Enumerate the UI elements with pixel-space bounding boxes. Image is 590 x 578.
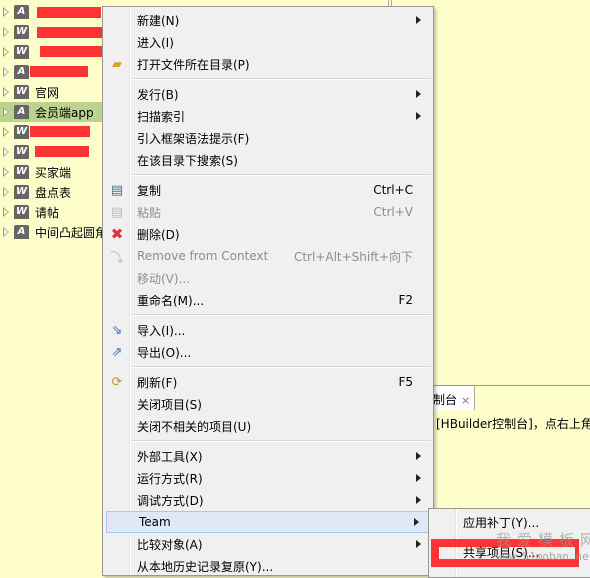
web-project-icon: W xyxy=(14,85,29,99)
menu-item-copy[interactable]: ▤ 复制 Ctrl+C xyxy=(105,179,431,201)
redaction xyxy=(30,126,90,137)
menu-item-restore-local-history[interactable]: 从本地历史记录复原(Y)... xyxy=(105,555,431,577)
redaction xyxy=(30,66,88,77)
menu-item-close-project[interactable]: 关闭项目(S) xyxy=(105,393,431,415)
menu-item-external-tools[interactable]: 外部工具(X) xyxy=(105,445,431,467)
web-project-icon: W xyxy=(14,25,29,39)
menu-item-debug-as[interactable]: 调试方式(D) xyxy=(105,489,431,511)
tree-item[interactable]: W 买家端 xyxy=(0,162,110,182)
expand-arrow-icon[interactable] xyxy=(3,27,9,37)
submenu-arrow-icon xyxy=(416,496,421,504)
tree-item[interactable]: W 盘点表 xyxy=(0,182,110,202)
expand-arrow-icon[interactable] xyxy=(3,207,9,217)
web-project-icon: W xyxy=(14,165,29,179)
menu-item-publish[interactable]: 发行(B) xyxy=(105,83,431,105)
expand-arrow-icon[interactable] xyxy=(3,187,9,197)
menu-item-paste[interactable]: ▤ 粘贴 Ctrl+V xyxy=(105,201,431,223)
submenu-arrow-icon xyxy=(416,540,421,548)
folder-icon: ▰ xyxy=(112,56,122,72)
submenu-arrow-icon xyxy=(416,112,421,120)
app-project-icon: A xyxy=(14,225,29,239)
separator xyxy=(131,366,431,368)
console-text: [HBuilder控制台]，点右上角 xyxy=(436,417,590,431)
menu-item-team[interactable]: Team xyxy=(106,511,430,533)
app-project-icon: A xyxy=(14,105,29,119)
menu-item-open-folder[interactable]: ▰ 打开文件所在目录(P) xyxy=(105,53,431,75)
submenu-arrow-icon xyxy=(416,452,421,460)
tree-item-selected[interactable]: A 会员端app xyxy=(0,102,110,122)
expand-arrow-icon[interactable] xyxy=(3,227,9,237)
web-project-icon: W xyxy=(14,145,29,159)
web-project-icon: W xyxy=(14,125,29,139)
tree-item[interactable]: W 官网 xyxy=(0,82,110,102)
separator xyxy=(131,174,431,176)
web-project-icon: W xyxy=(14,205,29,219)
tree-item[interactable]: A 中间凸起圆角 xyxy=(0,222,110,242)
redaction xyxy=(35,146,89,157)
menu-item-search-dir[interactable]: 在该目录下搜索(S) xyxy=(105,149,431,171)
redaction xyxy=(37,27,105,38)
menu-item-refresh[interactable]: ⟳ 刷新(F) F5 xyxy=(105,371,431,393)
paste-icon: ▤ xyxy=(110,204,124,220)
copy-icon: ▤ xyxy=(110,182,124,198)
delete-icon: ✖ xyxy=(110,225,124,243)
menu-item-enter[interactable]: 进入(I) xyxy=(105,31,431,53)
export-icon: ⇗ xyxy=(111,344,123,360)
separator xyxy=(131,314,431,316)
watermark: 我爱模板网 xyxy=(496,531,590,549)
menu-item-move[interactable]: 移动(V)... xyxy=(105,267,431,289)
menu-item-close-unrelated[interactable]: 关闭不相关的项目(U) xyxy=(105,415,431,437)
expand-arrow-icon[interactable] xyxy=(3,127,9,137)
menu-item-import[interactable]: ⇘ 导入(I)... xyxy=(105,319,431,341)
web-project-icon: W xyxy=(14,185,29,199)
expand-arrow-icon[interactable] xyxy=(3,107,9,117)
submenu-arrow-icon xyxy=(416,474,421,482)
console-tab[interactable]: 制台 × xyxy=(430,386,475,410)
separator xyxy=(131,440,431,442)
project-tree: A W W A W 官网 A 会员端app W W W 买家端 W 盘点表 W 请帖 A中… xyxy=(0,0,110,566)
redaction xyxy=(37,7,101,18)
tree-item[interactable]: W 请帖 xyxy=(0,202,110,222)
remove-context-icon: ⤵ xyxy=(110,250,124,266)
expand-arrow-icon[interactable] xyxy=(3,67,9,77)
context-menu: 新建(N) 进入(I) ▰ 打开文件所在目录(P) 发行(B) 扫描索引 引入框架… xyxy=(102,6,434,576)
submenu-arrow-icon xyxy=(414,518,419,526)
menu-item-remove-from-context[interactable]: ⤵ Remove from Context Ctrl+Alt+Shift+向下 xyxy=(105,245,431,267)
app-project-icon: A xyxy=(14,65,29,79)
menu-item-delete[interactable]: ✖ 删除(D) xyxy=(105,223,431,245)
submenu-arrow-icon xyxy=(416,90,421,98)
expand-arrow-icon[interactable] xyxy=(3,167,9,177)
expand-arrow-icon[interactable] xyxy=(3,47,9,57)
submenu-arrow-icon xyxy=(416,16,421,24)
web-project-icon: W xyxy=(14,45,29,59)
menu-item-scan-index[interactable]: 扫描索引 xyxy=(105,105,431,127)
menu-item-export[interactable]: ⇗ 导出(O)... xyxy=(105,341,431,363)
watermark-url: www.51moban.net xyxy=(496,550,590,563)
expand-arrow-icon[interactable] xyxy=(3,7,9,17)
import-icon: ⇘ xyxy=(111,322,123,338)
submenu-item-apply-patch[interactable]: 应用补丁(Y)... xyxy=(463,514,539,531)
menu-item-framework-hints[interactable]: 引入框架语法提示(F) xyxy=(105,127,431,149)
separator xyxy=(131,78,431,80)
menu-item-run-as[interactable]: 运行方式(R) xyxy=(105,467,431,489)
redaction xyxy=(40,46,102,57)
menu-item-new[interactable]: 新建(N) xyxy=(105,9,431,31)
close-icon[interactable]: × xyxy=(461,394,470,407)
expand-arrow-icon[interactable] xyxy=(3,87,9,97)
app-project-icon: A xyxy=(14,5,29,19)
refresh-icon: ⟳ xyxy=(111,374,123,390)
menu-item-rename[interactable]: 重命名(M)... F2 xyxy=(105,289,431,311)
expand-arrow-icon[interactable] xyxy=(3,147,9,157)
menu-item-compare-with[interactable]: 比较对象(A) xyxy=(105,533,431,555)
